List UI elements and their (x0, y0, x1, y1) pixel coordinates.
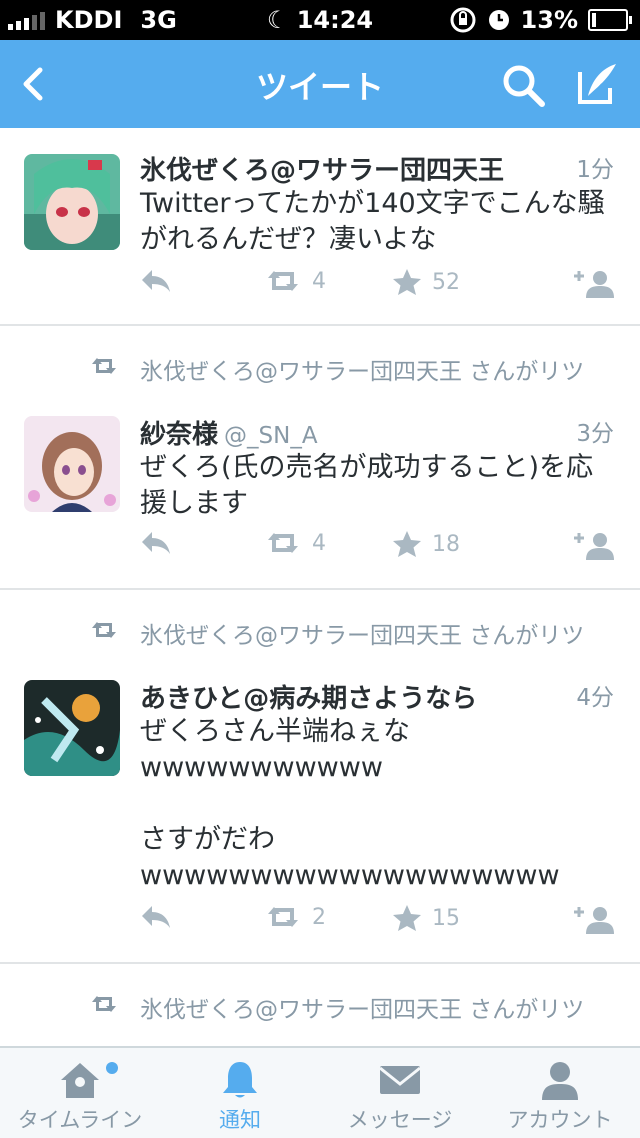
reply-icon (142, 906, 170, 928)
retweeted-by-text[interactable]: 氷伐ぜくろ@ワサラー団四天王 さんがリツ (140, 352, 584, 386)
battery-icon (588, 9, 632, 31)
retweet-button[interactable]: 2 (264, 904, 326, 930)
retweet-button[interactable]: 4 (264, 268, 326, 294)
unread-dot (106, 1062, 118, 1074)
tweet-item[interactable]: 氷伐ぜくろ@ワサラー団四天王 1分 Twitterってたかが140文字でこんな騒… (0, 128, 640, 326)
tweet-time: 1分 (576, 157, 614, 183)
tweet-header: 氷伐ぜくろ@ワサラー団四天王 1分 (140, 150, 614, 186)
retweet-count: 4 (312, 530, 326, 556)
tweet-text: ぜくろ(氏の売名が成功すること)を応援します (140, 452, 594, 519)
retweeted-by-text[interactable]: 氷伐ぜくろ@ワサラー団四天王 さんがリツ (140, 990, 584, 1024)
tab-notifications[interactable]: 通知 (160, 1048, 320, 1138)
clock-time: 14:24 (296, 6, 374, 34)
user-handle[interactable]: @_SN_A (224, 423, 318, 449)
retweet-icon (268, 907, 298, 927)
retweet-small-icon (92, 358, 116, 374)
tweet-item[interactable]: 氷伐ぜくろ@ワサラー団四天王 さんがリツ 紗奈様 @_SN_A 3分 ぜくろ(氏の… (0, 326, 640, 590)
follow-button[interactable] (572, 530, 616, 562)
user-name[interactable]: あきひと@病み期さようなら (140, 684, 477, 714)
navigation-bar: ツイート (0, 40, 640, 128)
search-icon[interactable] (498, 60, 548, 110)
tab-label: タイムライン (17, 1108, 143, 1132)
add-user-icon (574, 907, 614, 934)
tweet-actions: 4 18 (0, 530, 640, 566)
tab-label: 通知 (219, 1108, 261, 1132)
tab-timeline[interactable]: タイムライン (0, 1048, 160, 1138)
tab-messages[interactable]: メッセージ (320, 1048, 480, 1138)
rotation-lock-icon (450, 7, 476, 33)
reply-icon (142, 532, 170, 554)
follow-button[interactable] (572, 268, 616, 300)
tweet-item[interactable]: 氷伐ぜくろ@ワサラー団四天王 さんがリツ (0, 964, 640, 1046)
person-icon (542, 1062, 578, 1100)
user-name[interactable]: 氷伐ぜくろ@ワサラー団四天王 (140, 156, 504, 186)
star-icon (393, 531, 421, 557)
reply-icon (142, 270, 170, 292)
retweet-small-icon (92, 996, 116, 1012)
home-icon (61, 1063, 99, 1098)
status-right: 13% (449, 6, 632, 34)
favorite-count: 52 (432, 269, 460, 295)
tweet-text: ぜくろさん半端ねぇな wwwwwwwwwww さすがだわ wwwwwwwwwww… (140, 716, 560, 891)
tweet-text: Twitterってたかが140文字でこんな騒がれるんだぜ？凄いよな (140, 188, 605, 255)
star-icon (393, 905, 421, 931)
star-icon (393, 269, 421, 295)
compose-tweet-icon[interactable] (572, 58, 624, 110)
favorite-button[interactable]: 18 (392, 530, 460, 558)
retweet-small-icon (92, 622, 116, 638)
retweet-count: 2 (312, 904, 326, 930)
retweet-context: 氷伐ぜくろ@ワサラー団四天王 さんがリツ (0, 348, 640, 388)
reply-button[interactable] (140, 268, 172, 294)
retweet-button[interactable]: 4 (264, 530, 326, 556)
add-user-icon (574, 533, 614, 560)
favorite-count: 18 (432, 531, 460, 557)
alarm-icon (488, 10, 509, 30)
favorite-button[interactable]: 15 (392, 904, 460, 932)
tab-bar: タイムライン 通知 メッセージ アカウント (0, 1046, 640, 1138)
tab-label: メッセージ (347, 1108, 453, 1132)
tweet-time: 3分 (576, 421, 614, 447)
retweet-icon (268, 533, 298, 553)
retweet-count: 4 (312, 268, 326, 294)
tweet-header: あきひと@病み期さようなら 4分 (140, 678, 614, 714)
tweet-header: 紗奈様 @_SN_A 3分 (140, 414, 614, 450)
moon-icon: ☾ (266, 6, 289, 34)
tweet-time: 4分 (576, 685, 614, 711)
tab-label: アカウント (507, 1108, 613, 1132)
reply-button[interactable] (140, 530, 172, 556)
user-avatar[interactable] (24, 416, 120, 512)
envelope-icon (379, 1066, 421, 1094)
tweet-actions: 2 15 (0, 904, 640, 940)
retweeted-by-text[interactable]: 氷伐ぜくろ@ワサラー団四天王 さんがリツ (140, 616, 584, 650)
tweet-item[interactable]: 氷伐ぜくろ@ワサラー団四天王 さんがリツ あきひと@病み期さようなら 4分 ぜく… (0, 590, 640, 964)
follow-button[interactable] (572, 904, 616, 936)
tweet-list[interactable]: 氷伐ぜくろ@ワサラー団四天王 1分 Twitterってたかが140文字でこんな騒… (0, 128, 640, 1046)
tweet-actions: 4 52 (0, 268, 640, 304)
favorite-count: 15 (432, 905, 460, 931)
user-avatar[interactable] (24, 154, 120, 250)
add-user-icon (574, 271, 614, 298)
retweet-context: 氷伐ぜくろ@ワサラー団四天王 さんがリツ (0, 612, 640, 652)
tab-account[interactable]: アカウント (480, 1048, 640, 1138)
status-bar: KDDI 3G ☾ 14:24 13% (0, 0, 640, 40)
reply-button[interactable] (140, 904, 172, 930)
user-name[interactable]: 紗奈様 (140, 420, 218, 450)
retweet-context: 氷伐ぜくろ@ワサラー団四天王 さんがリツ (0, 986, 640, 1026)
battery-percent: 13% (520, 6, 578, 34)
bell-icon (223, 1062, 257, 1098)
retweet-icon (268, 271, 298, 291)
favorite-button[interactable]: 52 (392, 268, 460, 296)
user-avatar[interactable] (24, 680, 120, 776)
